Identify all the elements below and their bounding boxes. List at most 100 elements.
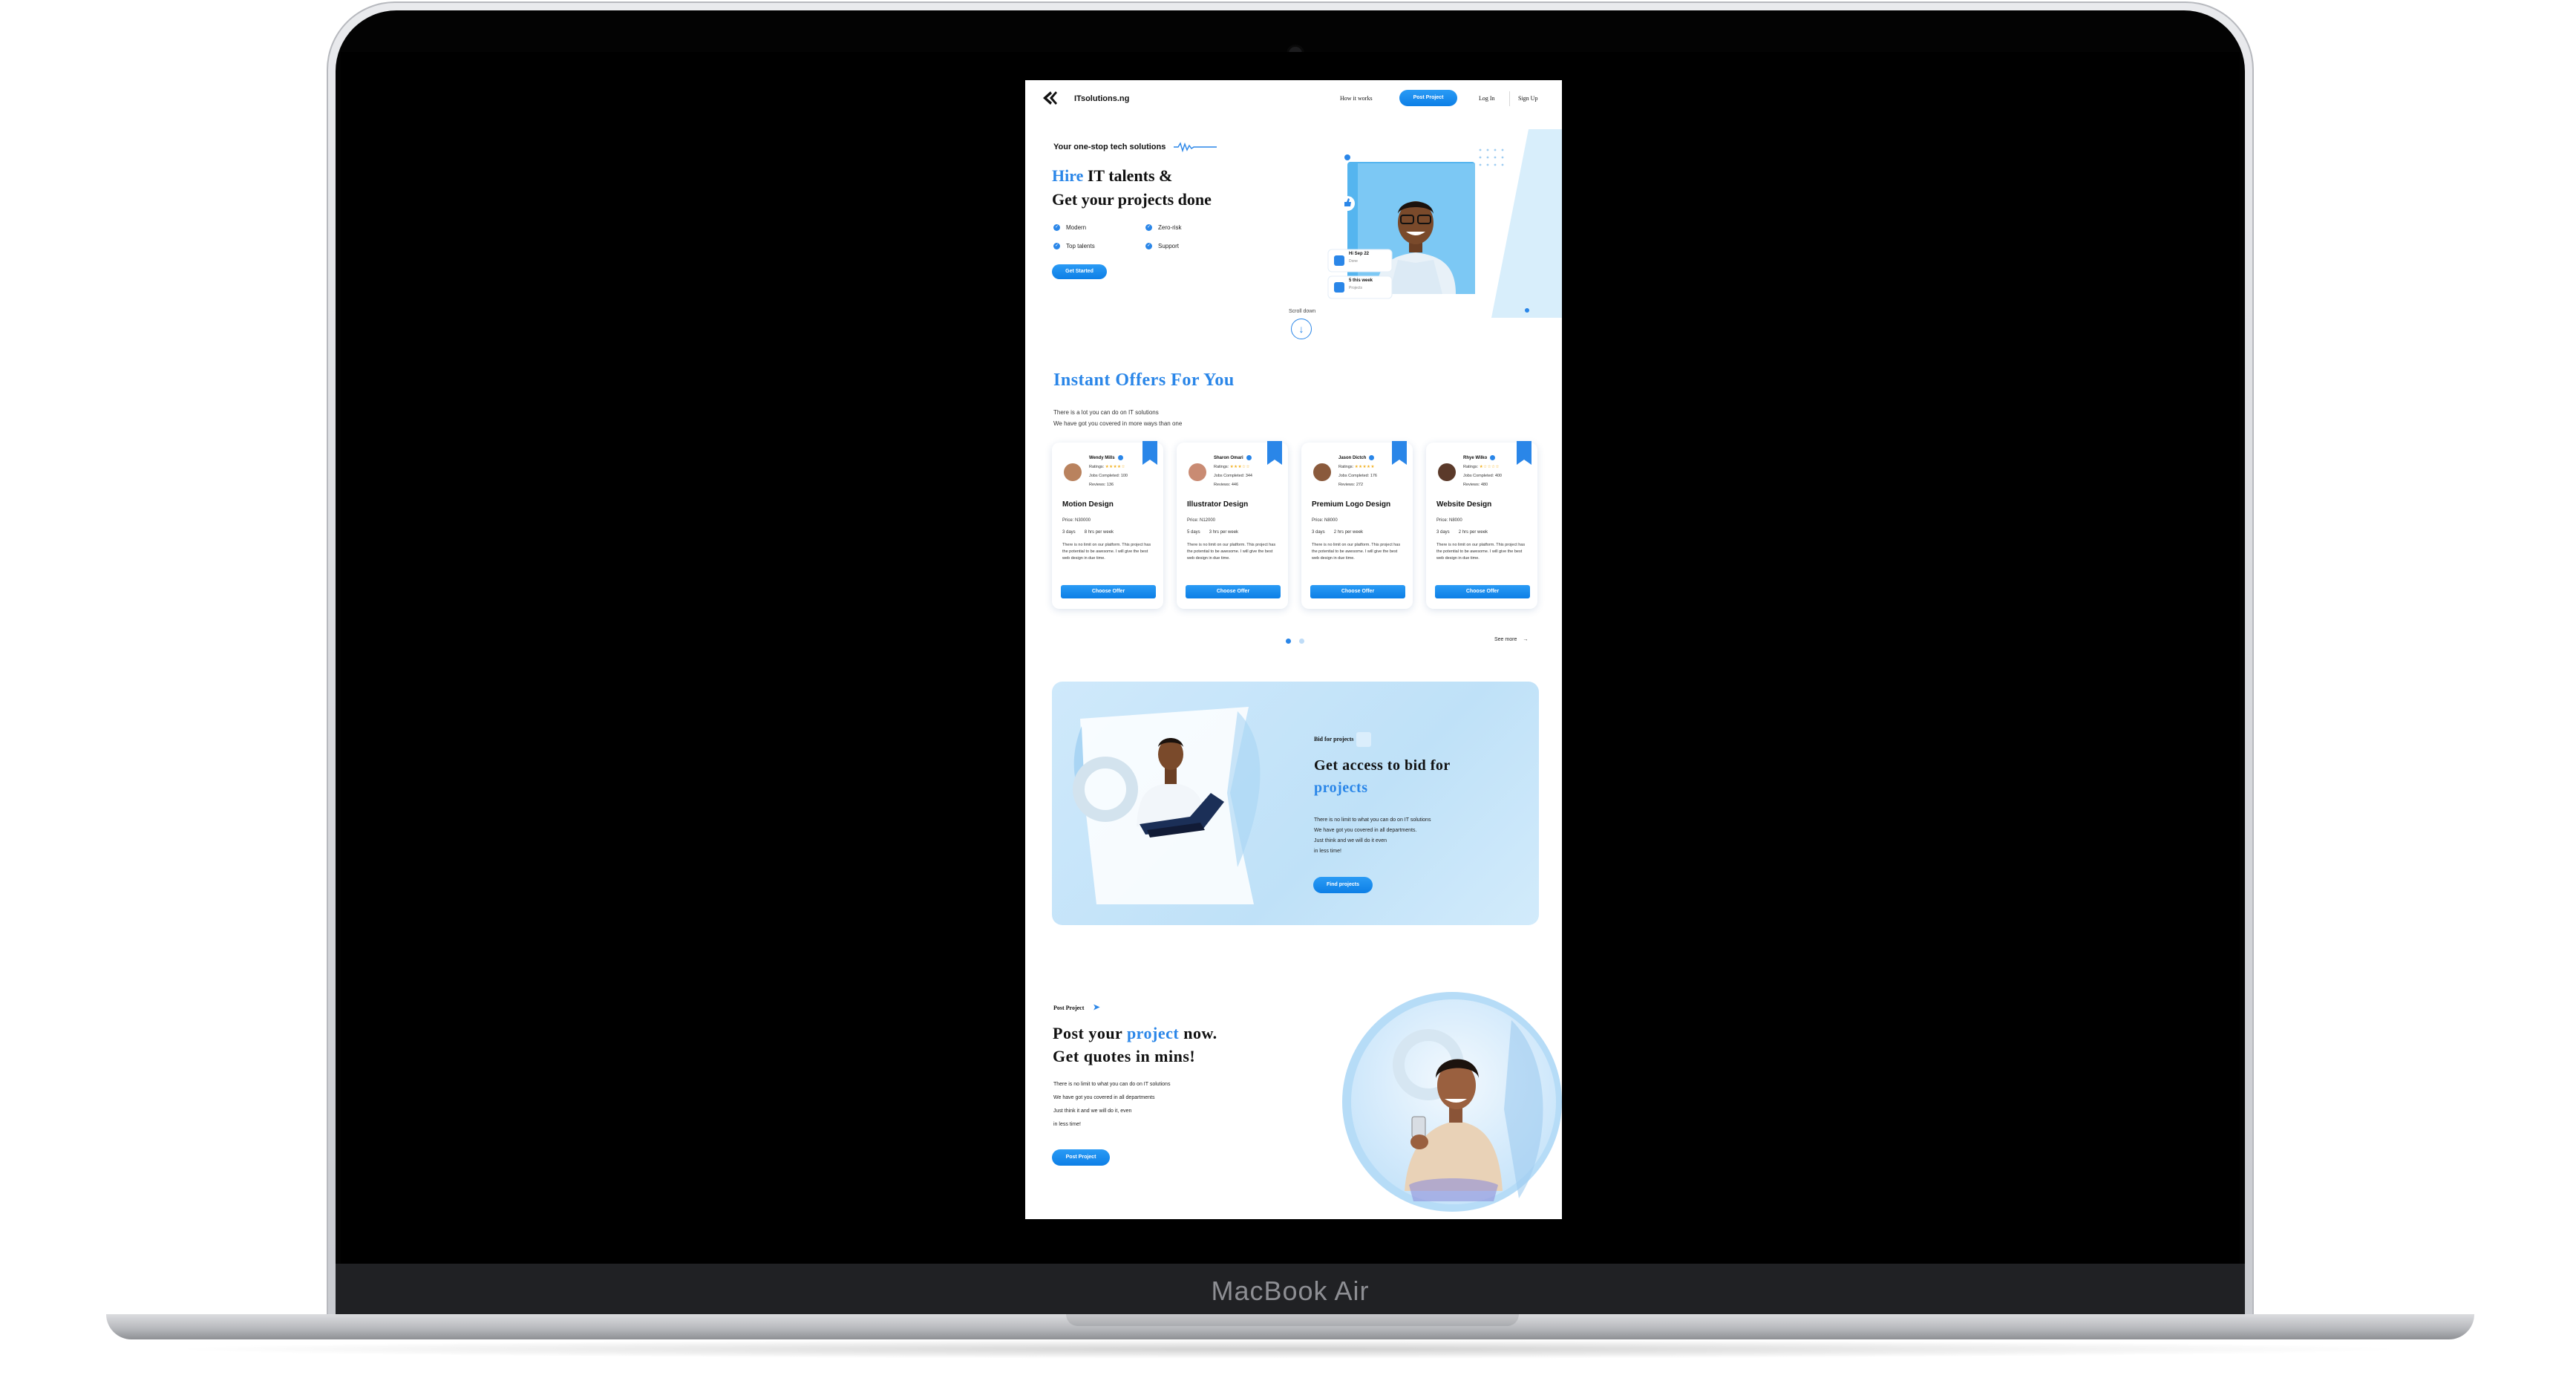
post-text-line: We have got you covered in all departmen…: [1053, 1095, 1155, 1100]
jobs-value: 400: [1494, 474, 1502, 478]
avatar: [1064, 463, 1082, 481]
feature-label: Modern: [1066, 224, 1087, 231]
top-nav: ITsolutions.ng How it works Post Project…: [1025, 80, 1562, 116]
offer-days: 3 days: [1312, 530, 1325, 535]
feature-item: ✓ Support: [1145, 243, 1180, 250]
post-text-line: in less time!: [1053, 1122, 1081, 1127]
bookmark-icon[interactable]: [1392, 441, 1407, 465]
feature-label: Top talents: [1066, 243, 1095, 249]
rating-row: Ratings: ★★★★★: [1338, 465, 1375, 469]
pager-dot-active[interactable]: [1286, 639, 1291, 644]
offers-title: Instant Offers For You: [1053, 370, 1235, 390]
arrow-down-icon[interactable]: ↓: [1291, 319, 1312, 339]
reviews-value: 480: [1480, 483, 1488, 487]
reviews-row: Reviews: 272: [1338, 483, 1363, 487]
seller-name-text: Wendy Mills: [1089, 456, 1115, 461]
bid-text-line: in less time!: [1314, 849, 1341, 854]
post-title: Post your project now. Get quotes in min…: [1053, 1022, 1217, 1068]
seller-name-text: Jason Dictch: [1338, 456, 1367, 461]
offers-subtitle-line: There is a lot you can do on IT solution…: [1053, 409, 1159, 416]
scroll-down-label: Scroll down: [1289, 309, 1316, 314]
offer-hours: 2 hrs per week: [1333, 530, 1364, 535]
verified-icon: [1490, 455, 1496, 460]
bookmark-icon[interactable]: [1517, 441, 1531, 465]
bookmark-icon[interactable]: [1142, 441, 1157, 465]
offer-card[interactable]: Wendy Mills Ratings: ★★★★☆ Jobs Completed:…: [1052, 441, 1163, 609]
nav-how-it-works[interactable]: How it works: [1340, 95, 1373, 102]
feature-item: ✓ Zero-risk: [1145, 224, 1182, 232]
offer-card[interactable]: Sharon Omari Ratings: ★★★☆☆ Jobs Completed…: [1177, 441, 1288, 609]
choose-offer-button[interactable]: Choose Offer: [1435, 585, 1530, 598]
check-icon: ✓: [1145, 243, 1152, 250]
bid-illustration: [1073, 707, 1261, 904]
offer-days: 3 days: [1062, 530, 1076, 535]
choose-offer-button[interactable]: Choose Offer: [1061, 585, 1156, 598]
bookmark-icon[interactable]: [1267, 441, 1282, 465]
feature-label: Support: [1158, 243, 1180, 249]
verified-icon: [1246, 455, 1252, 460]
choose-offer-button[interactable]: Choose Offer: [1310, 585, 1405, 598]
ratings-label: Ratings:: [1089, 465, 1105, 469]
post-title-accent: project: [1126, 1024, 1180, 1042]
offer-title: Premium Logo Design: [1312, 500, 1391, 509]
choose-offer-button[interactable]: Choose Offer: [1186, 585, 1281, 598]
nav-sign-up[interactable]: Sign Up: [1518, 95, 1537, 102]
offer-description: There is no limit on our platform. This …: [1312, 543, 1401, 561]
jobs-label: Jobs Completed:: [1338, 474, 1370, 478]
post-title-post: now.: [1179, 1024, 1217, 1042]
jobs-row: Jobs Completed: 344: [1214, 474, 1252, 478]
offer-duration: 5 days 3 hrs per week: [1187, 530, 1238, 535]
bid-label: Bid for projects: [1314, 732, 1372, 747]
seller-name: Wendy Mills: [1089, 455, 1123, 460]
reviews-row: Reviews: 446: [1214, 483, 1238, 487]
bid-panel: Bid for projects Get access to bid for p…: [1052, 682, 1539, 925]
bid-title-line1: Get access to bid for: [1314, 757, 1451, 774]
verified-icon: [1369, 455, 1375, 460]
post-project-button[interactable]: Post Project: [1052, 1149, 1110, 1166]
offer-card[interactable]: Jason Dictch Ratings: ★★★★★ Jobs Completed…: [1301, 441, 1413, 609]
post-text-line: There is no limit to what you can do on …: [1053, 1082, 1171, 1087]
reviews-value: 136: [1106, 483, 1114, 487]
offer-price: Price: N12000: [1187, 518, 1216, 523]
bid-text-line: Just think and we will do it even: [1314, 838, 1387, 843]
stat-title: Hi Sep 22: [1349, 252, 1370, 256]
nav-log-in[interactable]: Log In: [1479, 95, 1495, 102]
laptop-chin: MacBook Air: [336, 1264, 2245, 1314]
jobs-value: 176: [1370, 474, 1377, 478]
offer-card[interactable]: Rhye Wilko Ratings: ★☆☆☆☆ Jobs Completed: …: [1426, 441, 1537, 609]
offer-description: There is no limit on our platform. This …: [1436, 543, 1526, 561]
post-illustration: [1342, 992, 1562, 1212]
star-rating-icon: ★★★★☆: [1105, 465, 1125, 469]
reviews-label: Reviews:: [1089, 483, 1106, 487]
stat-subtitle: Projects: [1349, 286, 1363, 290]
offers-subtitle-line: We have got you covered in more ways tha…: [1053, 420, 1183, 427]
check-icon: ✓: [1053, 243, 1060, 250]
tag-icon: [1356, 732, 1372, 747]
stat-subtitle: Done: [1349, 259, 1358, 264]
post-label-text: Post Project: [1053, 1005, 1085, 1011]
find-projects-button[interactable]: Find projects: [1313, 877, 1373, 893]
see-more-link[interactable]: See more →: [1494, 637, 1528, 642]
logo-icon[interactable]: [1042, 91, 1058, 105]
offer-title: Motion Design: [1062, 500, 1114, 509]
bid-text-line: We have got you covered in all departmen…: [1314, 828, 1417, 833]
laptop-shadow: [163, 1339, 2413, 1359]
bid-label-text: Bid for projects: [1314, 735, 1354, 742]
offers-subtitle: There is a lot you can do on IT solution…: [1053, 407, 1182, 429]
bid-title: Get access to bid for projects: [1314, 754, 1451, 799]
offer-duration: 3 days 2 hrs per week: [1436, 530, 1488, 535]
brand-name[interactable]: ITsolutions.ng: [1074, 94, 1129, 103]
jobs-row: Jobs Completed: 400: [1463, 474, 1502, 478]
hero-illustration: [1327, 129, 1562, 318]
reviews-value: 272: [1356, 483, 1364, 487]
get-started-button[interactable]: Get Started: [1052, 264, 1107, 279]
offer-hours: 2 hrs per week: [1458, 530, 1488, 535]
nav-post-project-button[interactable]: Post Project: [1399, 90, 1457, 106]
offer-price: Price: N8000: [1436, 518, 1462, 523]
laptop-notch: [1066, 1314, 1519, 1326]
jobs-label: Jobs Completed:: [1089, 474, 1120, 478]
ratings-label: Ratings:: [1214, 465, 1229, 469]
post-text-line: Just think it and we will do it, even: [1053, 1109, 1132, 1114]
pager-dot[interactable]: [1299, 639, 1304, 644]
check-icon: ✓: [1145, 224, 1152, 232]
